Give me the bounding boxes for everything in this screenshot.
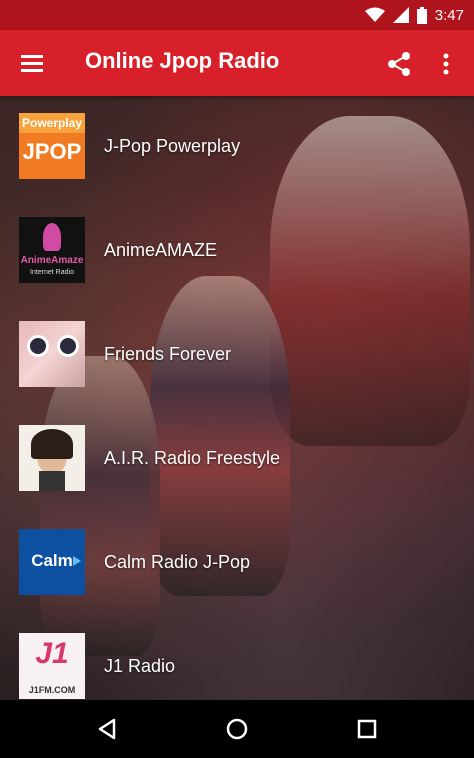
list-item[interactable]: Powerplay JPOP J-Pop Powerplay <box>0 96 474 196</box>
list-item[interactable]: Calm Calm Radio J-Pop <box>0 512 474 612</box>
station-name: J1 Radio <box>104 655 176 676</box>
list-item[interactable]: AnimeAmaze Internet Radio AnimeAMAZE <box>0 200 474 300</box>
menu-icon[interactable] <box>18 49 48 77</box>
recent-apps-icon[interactable] <box>352 714 382 744</box>
signal-icon <box>392 7 409 23</box>
page-title: Online Jpop Radio <box>85 48 280 73</box>
wifi-icon <box>364 7 385 22</box>
share-icon[interactable] <box>385 50 413 78</box>
status-time: 3:47 <box>434 6 464 24</box>
logo-text-bottom: J1FM.COM <box>28 685 76 695</box>
station-name: Friends Forever <box>104 343 232 364</box>
logo-text-top: Powerplay <box>19 113 85 133</box>
station-logo: J1 J1FM.COM <box>19 633 85 699</box>
station-logo: AnimeAmaze Internet Radio <box>19 217 85 283</box>
home-icon[interactable] <box>222 714 252 744</box>
navigation-bar <box>0 700 474 758</box>
list-item[interactable]: A.I.R. Radio Freestyle <box>0 408 474 508</box>
list-item[interactable]: J1 J1FM.COM J1 Radio <box>0 616 474 700</box>
logo-text-bottom: Internet Radio <box>30 269 74 276</box>
station-name: A.I.R. Radio Freestyle <box>104 447 281 468</box>
station-logo <box>19 321 85 387</box>
back-icon[interactable] <box>92 714 122 744</box>
station-name: Calm Radio J-Pop <box>104 551 251 572</box>
logo-text-bottom: JPOP <box>22 139 82 164</box>
app-bar: Online Jpop Radio <box>0 30 474 96</box>
station-name: AnimeAMAZE <box>104 239 218 260</box>
station-name: J-Pop Powerplay <box>104 135 241 156</box>
logo-text-top: AnimeAmaze <box>20 255 84 266</box>
status-bar: 3:47 <box>0 0 474 30</box>
station-logo: Calm <box>19 529 85 595</box>
list-item[interactable]: Friends Forever <box>0 304 474 404</box>
station-logo: Powerplay JPOP <box>19 113 85 179</box>
logo-text-top: J1 <box>35 637 69 670</box>
station-list: Powerplay JPOP J-Pop Powerplay AnimeAmaz… <box>0 96 474 700</box>
status-icons: 3:47 <box>364 0 464 30</box>
more-options-icon[interactable] <box>436 50 456 78</box>
battery-icon <box>416 6 427 24</box>
station-logo <box>19 425 85 491</box>
